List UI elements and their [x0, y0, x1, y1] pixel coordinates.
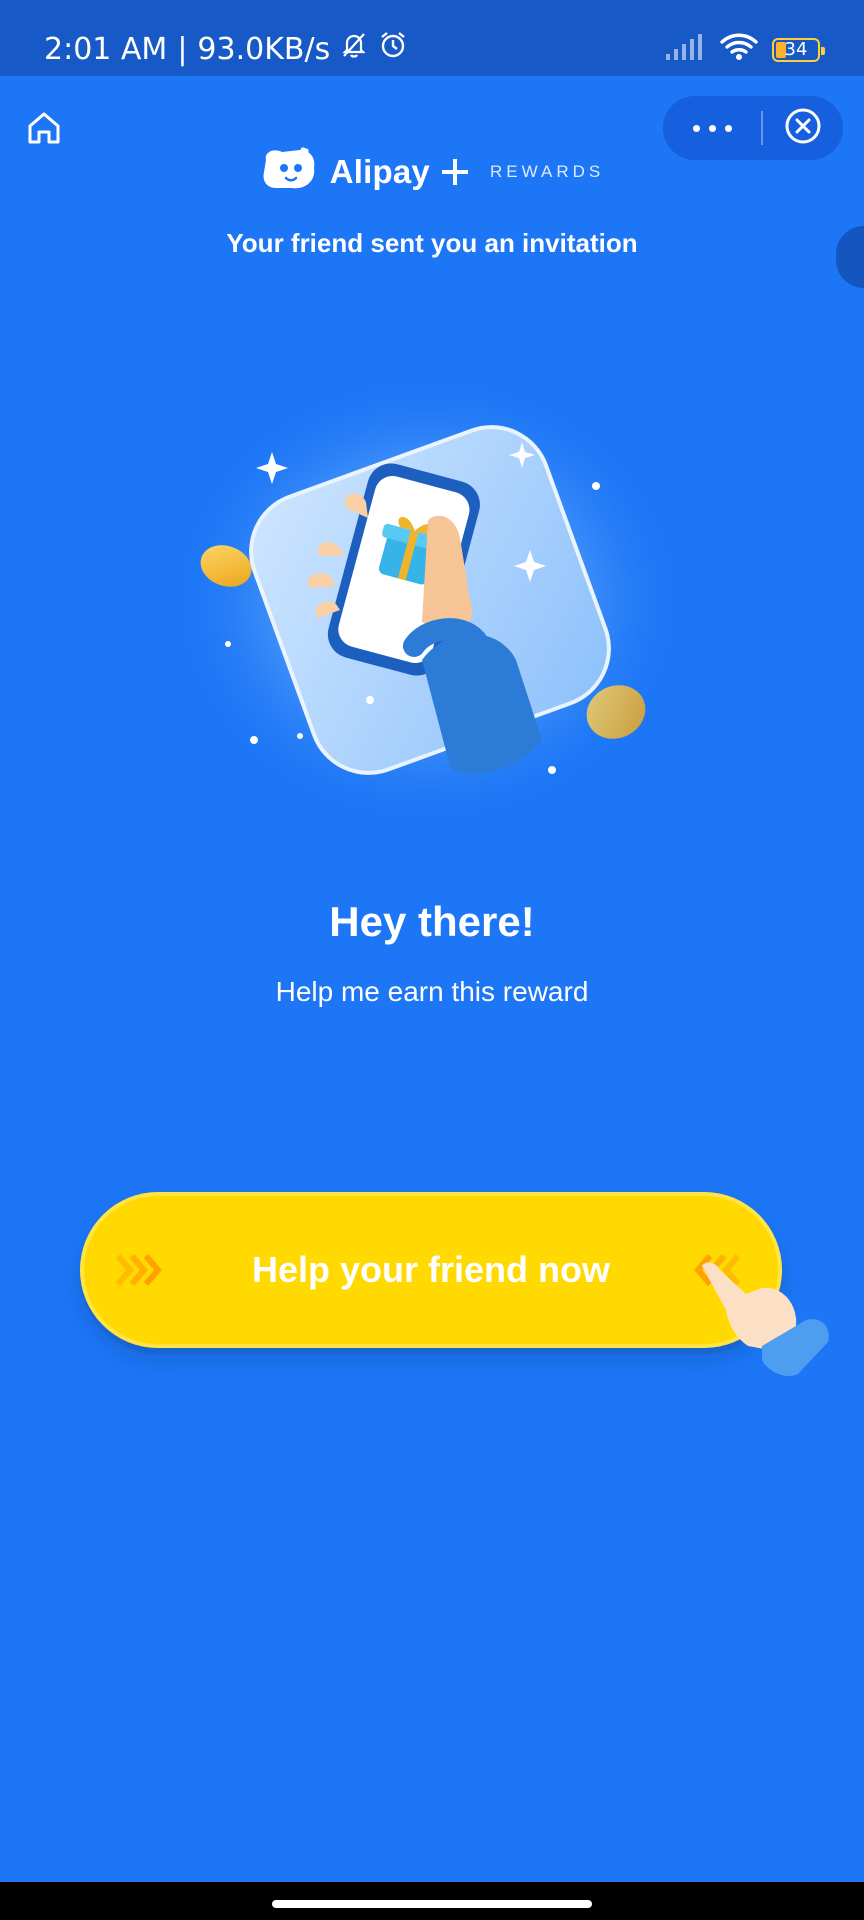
more-icon	[692, 124, 732, 132]
signal-icon	[666, 34, 706, 65]
plus-icon	[441, 158, 468, 185]
brand-name: Alipay	[329, 152, 430, 190]
wifi-icon	[720, 32, 758, 67]
hero-illustration	[160, 360, 700, 840]
pointing-hand-icon	[702, 1260, 842, 1380]
invitation-text: Your friend sent you an invitation	[226, 228, 638, 258]
notifications-off-icon	[340, 31, 368, 67]
status-left: 2:01 AM | 93.0KB/s	[44, 30, 408, 68]
arrows-right-icon	[115, 1252, 164, 1293]
brand-subtitle: REWARDS	[489, 161, 605, 181]
status-separator: |	[177, 31, 188, 67]
help-friend-button[interactable]: Help your friend now	[80, 1192, 782, 1348]
brand-logo: Alipay REWARDS	[0, 146, 864, 197]
battery-indicator: 34	[772, 37, 825, 62]
alarm-icon	[378, 30, 408, 68]
battery-level: 34	[784, 39, 808, 60]
home-indicator[interactable]	[272, 1900, 592, 1908]
status-time: 2:01 AM	[44, 31, 168, 67]
network-speed: 93.0KB/s	[197, 31, 331, 67]
home-button[interactable]	[24, 108, 64, 148]
page-subtitle: Help me earn this reward	[275, 976, 589, 1007]
page-title: Hey there!	[329, 898, 535, 945]
close-circle-icon	[784, 107, 822, 150]
help-friend-button-label: Help your friend now	[251, 1249, 610, 1290]
status-right: 34	[666, 32, 825, 67]
status-bar: 2:01 AM | 93.0KB/s 34	[0, 0, 864, 76]
mascot-icon	[260, 146, 318, 197]
